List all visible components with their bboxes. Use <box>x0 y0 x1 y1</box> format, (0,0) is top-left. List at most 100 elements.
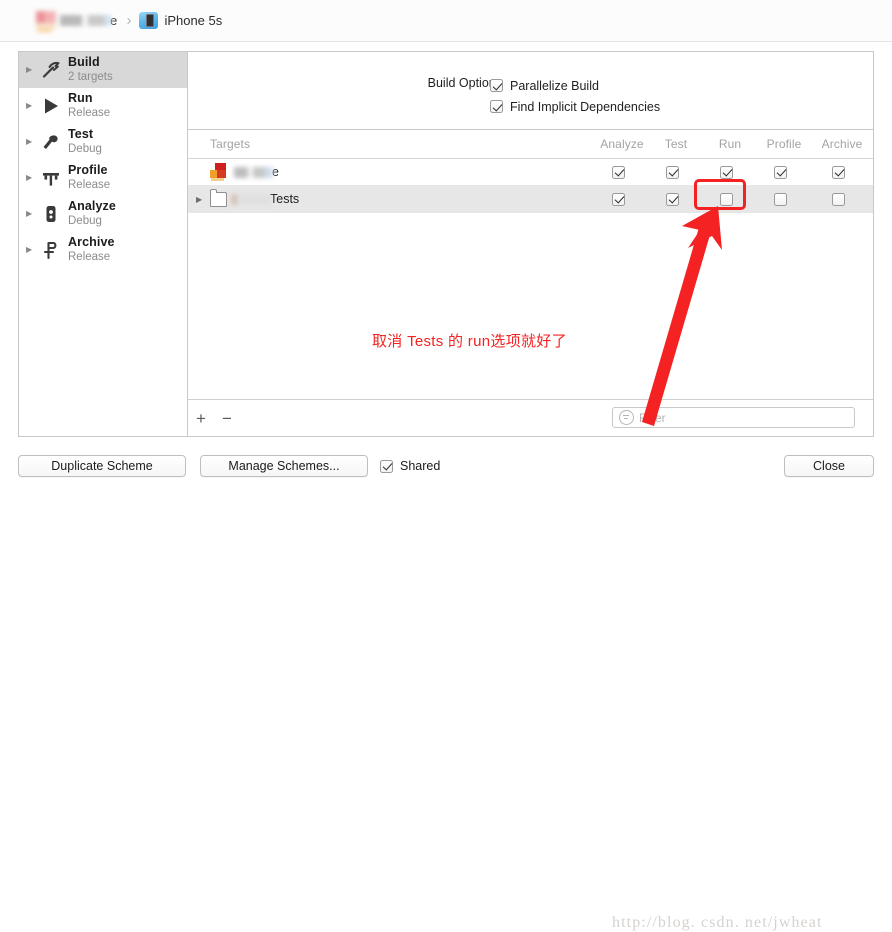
build-options-label: Build Options <box>427 76 502 90</box>
sidebar-item-title: Build <box>68 54 100 69</box>
archive-checkbox[interactable] <box>832 192 845 206</box>
sidebar-item-run[interactable]: ▶ Run Release <box>19 88 187 124</box>
gauge-icon <box>39 166 63 190</box>
disclosure-triangle-icon[interactable]: ▶ <box>26 209 37 218</box>
disclosure-triangle-icon[interactable]: ▶ <box>26 101 37 110</box>
shared-checkbox[interactable] <box>380 459 393 473</box>
scheme-actions-sidebar: ▶ Build 2 targets ▶ Run Release ▶ Test D… <box>18 51 188 437</box>
column-header-profile: Profile <box>766 137 802 151</box>
cell-analyze <box>595 192 649 206</box>
scheme-name-redacted <box>60 14 111 27</box>
sidebar-item-subtitle: Release <box>68 178 111 191</box>
test-checkbox[interactable] <box>666 165 679 179</box>
analyze-checkbox[interactable] <box>612 165 625 179</box>
target-name-cell: ▶ Tests <box>188 189 595 207</box>
remove-target-button[interactable]: − <box>214 410 240 427</box>
cell-archive <box>811 192 873 206</box>
sidebar-item-title: Analyze <box>68 198 116 213</box>
test-checkbox[interactable] <box>666 192 679 206</box>
filter-icon <box>619 410 634 425</box>
close-button[interactable]: Close <box>784 455 874 477</box>
column-header-test: Test <box>664 137 688 151</box>
scheme-icon <box>36 10 56 32</box>
filter-field[interactable]: Filter <box>612 407 855 428</box>
disclosure-triangle-icon[interactable]: ▶ <box>26 173 37 182</box>
cell-profile <box>757 165 811 179</box>
table-footer: + − Filter <box>188 399 873 436</box>
cell-profile <box>757 192 811 206</box>
cell-test <box>649 165 703 179</box>
sidebar-item-analyze[interactable]: ▶ Analyze Debug <box>19 196 187 232</box>
targets-table: Targets Analyze Test Run Profile Archive… <box>188 130 873 436</box>
column-header-run: Run <box>718 137 742 151</box>
iphone-simulator-icon <box>139 12 159 29</box>
play-icon <box>39 94 63 118</box>
target-name-visible-tail: e <box>272 165 279 179</box>
microscope-icon <box>39 202 63 226</box>
sidebar-item-subtitle: Debug <box>68 142 102 155</box>
disclosure-triangle-icon[interactable]: ▶ <box>26 137 37 146</box>
filter-placeholder: Filter <box>639 410 666 425</box>
table-row[interactable]: ▶ Tests <box>188 186 873 213</box>
sidebar-item-archive[interactable]: ▶ Archive Release <box>19 232 187 268</box>
cell-run <box>703 165 757 179</box>
annotation-note: 取消 Tests 的 run选项就好了 <box>372 333 567 350</box>
sidebar-item-subtitle: Release <box>68 250 111 263</box>
parallelize-build-checkbox[interactable] <box>490 79 503 92</box>
sidebar-item-subtitle: Release <box>68 106 111 119</box>
find-implicit-dependencies-row[interactable]: Find Implicit Dependencies <box>490 96 660 117</box>
sidebar-item-title: Test <box>68 126 94 141</box>
breadcrumb-bar: e › iPhone 5s <box>0 0 892 42</box>
sidebar-item-subtitle: 2 targets <box>68 70 113 83</box>
build-options-section: Build Options Parallelize Build Find Imp… <box>188 52 873 130</box>
cell-analyze <box>595 165 649 179</box>
disclosure-triangle-icon[interactable]: ▶ <box>26 245 37 254</box>
cell-archive <box>811 165 873 179</box>
target-name-redacted <box>234 166 273 178</box>
app-target-icon <box>210 163 230 181</box>
watermark: http://blog. csdn. net/jwheat <box>612 914 823 931</box>
sidebar-item-build[interactable]: ▶ Build 2 targets <box>19 52 187 88</box>
shared-option[interactable]: Shared <box>380 459 440 473</box>
hammer-icon <box>39 58 63 82</box>
wrench-icon <box>39 130 63 154</box>
manage-schemes-button[interactable]: Manage Schemes... <box>200 455 368 477</box>
target-name-visible-tail: Tests <box>270 192 300 206</box>
profile-checkbox[interactable] <box>774 165 787 179</box>
analyze-checkbox[interactable] <box>612 192 625 206</box>
target-name-redacted <box>231 193 271 205</box>
column-header-analyze: Analyze <box>600 137 644 151</box>
sidebar-item-title: Profile <box>68 162 108 177</box>
disclosure-triangle-icon[interactable]: ▶ <box>26 65 37 74</box>
cell-test <box>649 192 703 206</box>
sidebar-item-title: Run <box>68 90 93 105</box>
column-header-targets: Targets <box>210 137 251 151</box>
parallelize-build-row[interactable]: Parallelize Build <box>490 75 660 96</box>
run-checkbox[interactable] <box>720 192 733 206</box>
build-action-panel: Build Options Parallelize Build Find Imp… <box>188 51 874 437</box>
add-target-button[interactable]: + <box>188 410 214 427</box>
find-implicit-dependencies-label: Find Implicit Dependencies <box>510 99 661 114</box>
profile-checkbox[interactable] <box>774 192 787 206</box>
target-name-cell: ▶ e <box>188 163 595 181</box>
breadcrumb-separator-icon: › <box>126 12 132 29</box>
sidebar-item-test[interactable]: ▶ Test Debug <box>19 124 187 160</box>
dialog-bottom-bar: http://blog. csdn. net/jwheat Duplicate … <box>0 446 892 931</box>
table-header-row: Targets Analyze Test Run Profile Archive <box>188 130 873 159</box>
run-checkbox[interactable] <box>720 165 733 179</box>
disclosure-triangle-icon[interactable]: ▶ <box>196 195 208 204</box>
archive-icon <box>39 238 63 262</box>
table-row[interactable]: ▶ e <box>188 159 873 186</box>
duplicate-scheme-button[interactable]: Duplicate Scheme <box>18 455 186 477</box>
scheme-name-visible-tail: e <box>110 13 118 28</box>
disclosure-triangle-icon: ▶ <box>196 168 208 177</box>
destination-device-label: iPhone 5s <box>164 13 223 28</box>
test-bundle-icon <box>209 189 227 207</box>
column-header-archive: Archive <box>821 137 863 151</box>
find-implicit-dependencies-checkbox[interactable] <box>490 100 503 113</box>
sidebar-item-subtitle: Debug <box>68 214 102 227</box>
sidebar-item-profile[interactable]: ▶ Profile Release <box>19 160 187 196</box>
cell-run <box>703 192 757 206</box>
archive-checkbox[interactable] <box>832 165 845 179</box>
shared-label: Shared <box>400 459 441 473</box>
